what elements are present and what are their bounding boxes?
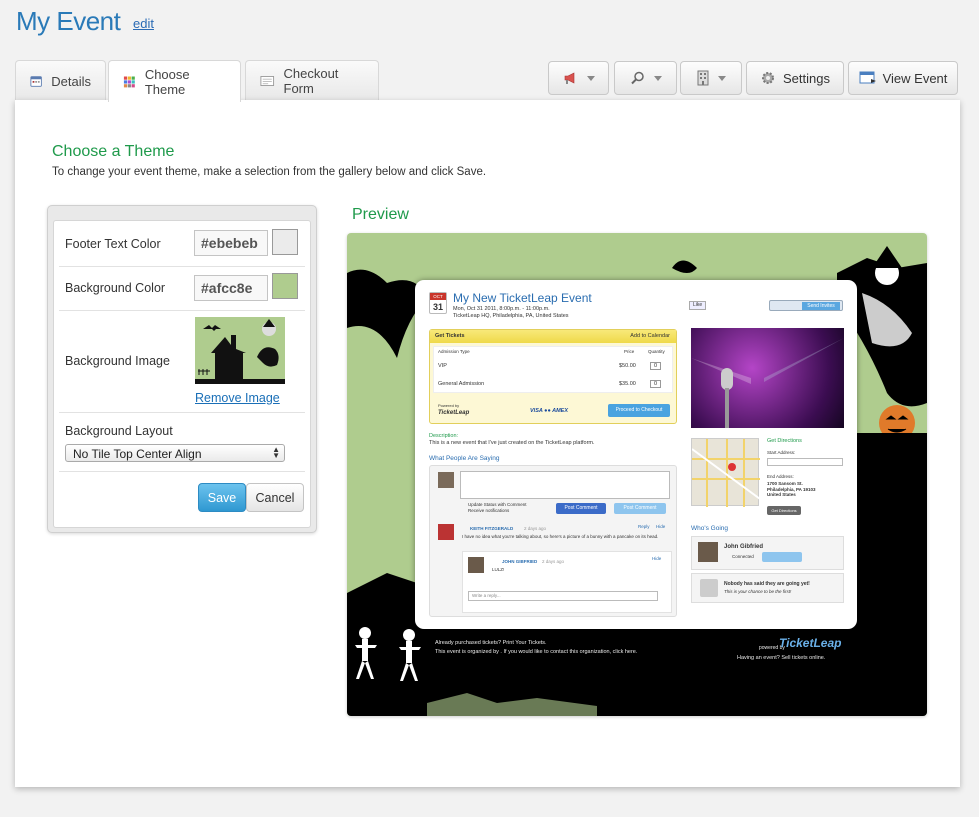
background-image-thumbnail	[195, 317, 285, 384]
search-button[interactable]	[614, 61, 677, 95]
footer-text-color-label: Footer Text Color	[65, 237, 161, 251]
tab-checkout-form-label: Checkout Form	[283, 66, 339, 96]
select-arrows-icon: ▲ ▼	[272, 445, 280, 460]
section-intro: To change your event theme, make a selec…	[52, 166, 487, 178]
tab-checkout-form[interactable]: Checkout Form	[245, 60, 379, 101]
promote-button[interactable]	[548, 61, 609, 95]
section-title: Choose a Theme	[52, 143, 175, 160]
preview-footer-line1: Already purchased tickets? Print Your Ti…	[435, 640, 547, 646]
background-layout-select[interactable]: No Tile Top Center Align ▲ ▼	[65, 444, 285, 462]
preview-footer-right: Having an event? Sell tickets online.	[737, 655, 826, 661]
gear-icon	[762, 72, 774, 84]
preview-footer-logo: TicketLeap	[779, 636, 842, 650]
event-page-preview-card: OCT 31 My New TicketLeap Event Mon, Oct …	[415, 280, 857, 629]
organization-button[interactable]	[680, 61, 742, 95]
preview-share-bar: Send Invites	[769, 300, 843, 311]
preview-event-title: My New TicketLeap Event	[453, 291, 592, 305]
background-color-swatch[interactable]	[272, 273, 298, 299]
form-icon	[260, 76, 275, 86]
settings-label: Settings	[783, 70, 830, 86]
footer-text-color-input[interactable]: #ebebeb	[194, 230, 268, 256]
view-event-icon	[859, 71, 876, 84]
background-layout-value: No Tile Top Center Align	[73, 447, 202, 461]
calendar-icon	[30, 76, 42, 87]
preview-event-location: TicketLeap HQ, Philadelphia, PA, United …	[453, 313, 569, 319]
view-event-button[interactable]: View Event	[848, 61, 958, 95]
tab-details[interactable]: Details	[15, 60, 106, 101]
preview-comments: Update Status with Comment Receive notif…	[429, 465, 677, 617]
megaphone-icon	[564, 72, 574, 84]
preview-title: Preview	[352, 206, 409, 223]
page-title: My Event	[16, 6, 121, 36]
background-color-label: Background Color	[65, 281, 166, 295]
theme-preview: OCT 31 My New TicketLeap Event Mon, Oct …	[347, 233, 927, 716]
preview-ticket-box: Get Tickets Add to Calendar Admission Ty…	[429, 329, 677, 424]
settings-button[interactable]: Settings	[746, 61, 844, 95]
tab-choose-theme-label: Choose Theme	[144, 66, 190, 97]
preview-like-button: Like	[689, 301, 707, 310]
remove-image-link[interactable]: Remove Image	[195, 391, 280, 405]
tab-details-label: Details	[51, 73, 91, 89]
tab-choose-theme[interactable]: Choose Theme	[108, 60, 241, 102]
preview-card-logos: VISA ●● AMEX	[530, 408, 569, 414]
edit-title-link[interactable]: edit	[133, 16, 154, 31]
theme-grid-icon	[123, 76, 135, 87]
search-icon	[630, 71, 644, 85]
save-button[interactable]: Save	[198, 483, 246, 512]
preview-event-image	[691, 328, 844, 428]
view-event-label: View Event	[882, 70, 948, 86]
preview-calendar-badge: OCT 31	[429, 292, 447, 314]
preview-footer-line2: This event is organized by . If you woul…	[435, 649, 638, 655]
footer-text-color-swatch[interactable]	[272, 229, 298, 255]
background-image-label: Background Image	[65, 354, 170, 368]
cancel-button[interactable]: Cancel	[246, 483, 304, 512]
preview-map	[691, 438, 761, 507]
building-icon	[697, 70, 709, 86]
preview-event-date: Mon, Oct 31 2011, 8:00p.m. - 11:00p.m.	[453, 306, 550, 312]
background-color-input[interactable]: #afcc8e	[194, 275, 268, 301]
background-layout-label: Background Layout	[65, 424, 173, 438]
